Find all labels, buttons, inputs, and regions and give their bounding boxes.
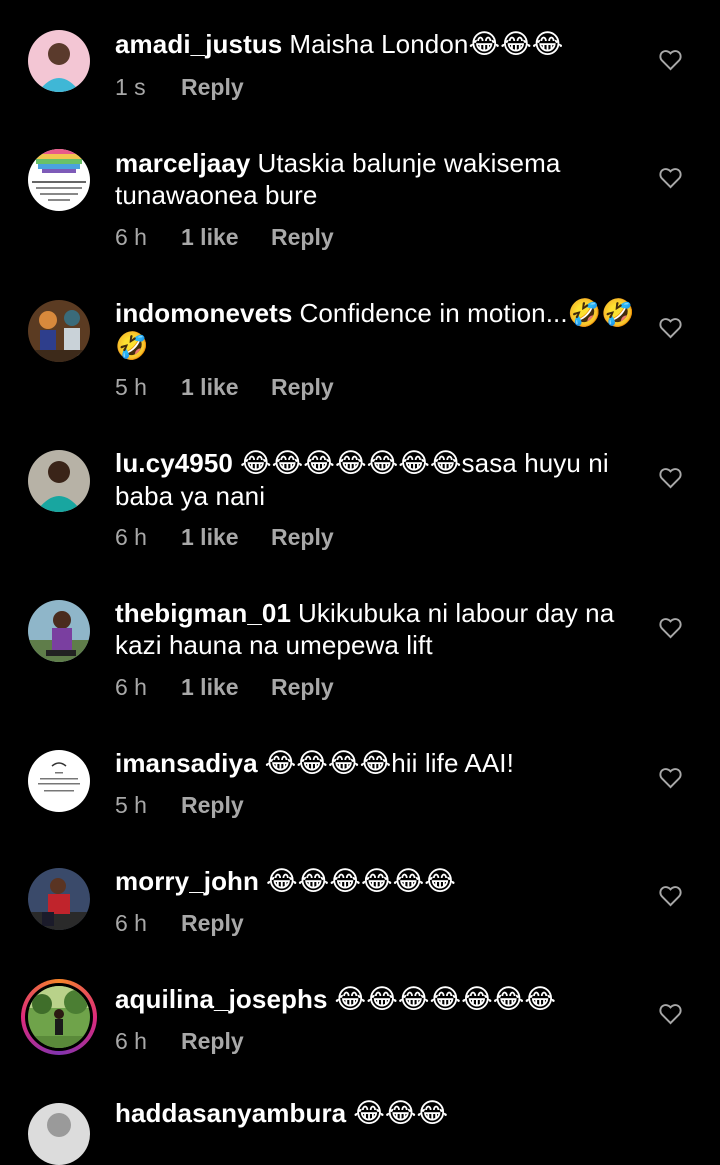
comment-username[interactable]: haddasanyambura (115, 1098, 346, 1128)
avatar[interactable] (28, 30, 90, 92)
reply-button[interactable]: Reply (181, 74, 244, 101)
comment-emoji: 😂😂😂 (353, 1098, 449, 1129)
avatar[interactable] (28, 300, 90, 362)
heart-icon[interactable] (659, 885, 682, 907)
comment-text: amadi_justus Maisha London😂😂😂 (115, 28, 640, 61)
comment-time: 1 s (115, 74, 146, 100)
comment-likes[interactable]: 1 like (181, 374, 271, 401)
avatar[interactable] (28, 868, 90, 930)
comment-meta: 6 h 1 like Reply (115, 524, 334, 551)
avatar[interactable] (28, 750, 90, 812)
comment-text: haddasanyambura 😂😂😂 (115, 1097, 640, 1130)
comment-text: morry_john 😂😂😂😂😂😂 (115, 865, 640, 898)
reply-button[interactable]: Reply (181, 910, 244, 937)
comment-emoji: 😂😂😂😂 (264, 748, 392, 779)
comment-username[interactable]: aquilina_josephs (115, 984, 328, 1014)
avatar-story[interactable] (21, 979, 97, 1055)
comment-text: marceljaay Utaskia balunje wakisema tunaw… (115, 147, 640, 211)
reply-button[interactable]: Reply (181, 1028, 244, 1055)
comment-username[interactable]: indomonevets (115, 298, 292, 328)
comment-time: 6 h (115, 910, 147, 936)
heart-icon[interactable] (659, 767, 682, 789)
avatar[interactable] (28, 1103, 90, 1165)
comment-text: lu.cy4950 😂😂😂😂😂😂😂sasa huyu ni baba ya nan… (115, 447, 640, 512)
comment-emoji: 😂😂😂😂😂😂 (266, 866, 456, 897)
heart-icon[interactable] (659, 467, 682, 489)
comment-text: imansadiya 😂😂😂😂hii life AAI! (115, 747, 640, 780)
comment-emoji: 😂😂😂😂😂😂😂 (240, 448, 462, 479)
comment-time: 6 h (115, 1028, 147, 1054)
avatar[interactable] (28, 149, 90, 211)
comment-username[interactable]: morry_john (115, 866, 259, 896)
comment-emoji: 😂😂😂😂😂😂😂 (334, 984, 557, 1015)
comment-meta: 6 h 1 like Reply (115, 674, 334, 701)
comment-time: 6 h (115, 524, 147, 550)
comment-meta: 6 h Reply (115, 1028, 244, 1055)
comment-body: Confidence in motion... (299, 298, 568, 328)
comment-time: 6 h (115, 224, 147, 250)
comment-username[interactable]: lu.cy4950 (115, 448, 233, 478)
heart-icon[interactable] (659, 1003, 682, 1025)
comment-likes[interactable]: 1 like (181, 224, 271, 251)
comment-text: thebigman_01 Ukikubuka ni labour day na k… (115, 597, 640, 661)
comment-meta: 6 h 1 like Reply (115, 224, 334, 251)
heart-icon[interactable] (659, 49, 682, 71)
comment-emoji: 😂😂😂 (468, 29, 564, 60)
comment-text: aquilina_josephs 😂😂😂😂😂😂😂 (115, 983, 640, 1016)
reply-button[interactable]: Reply (271, 374, 334, 401)
comment-body: hii life AAI! (391, 748, 514, 778)
comment-username[interactable]: marceljaay (115, 148, 250, 178)
comment-meta: 5 h 1 like Reply (115, 374, 334, 401)
reply-button[interactable]: Reply (181, 792, 244, 819)
comment-time: 6 h (115, 674, 147, 700)
comment-likes[interactable]: 1 like (181, 674, 271, 701)
reply-button[interactable]: Reply (271, 674, 334, 701)
avatar[interactable] (28, 450, 90, 512)
comment-username[interactable]: imansadiya (115, 748, 258, 778)
heart-icon[interactable] (659, 617, 682, 639)
heart-icon[interactable] (659, 317, 682, 339)
comment-body: Maisha London (289, 29, 469, 59)
comment-meta: 5 h Reply (115, 792, 244, 819)
comment-meta: 6 h Reply (115, 910, 244, 937)
comment-meta: 1 s Reply (115, 74, 244, 101)
comment-likes[interactable]: 1 like (181, 524, 271, 551)
comment-username[interactable]: thebigman_01 (115, 598, 291, 628)
reply-button[interactable]: Reply (271, 224, 334, 251)
comment-time: 5 h (115, 792, 147, 818)
reply-button[interactable]: Reply (271, 524, 334, 551)
comment-time: 5 h (115, 374, 147, 400)
avatar-story-inner (25, 983, 93, 1051)
avatar[interactable] (28, 600, 90, 662)
heart-icon[interactable] (659, 167, 682, 189)
comment-username[interactable]: amadi_justus (115, 29, 282, 59)
comment-text: indomonevets Confidence in motion...🤣🤣🤣 (115, 297, 640, 363)
